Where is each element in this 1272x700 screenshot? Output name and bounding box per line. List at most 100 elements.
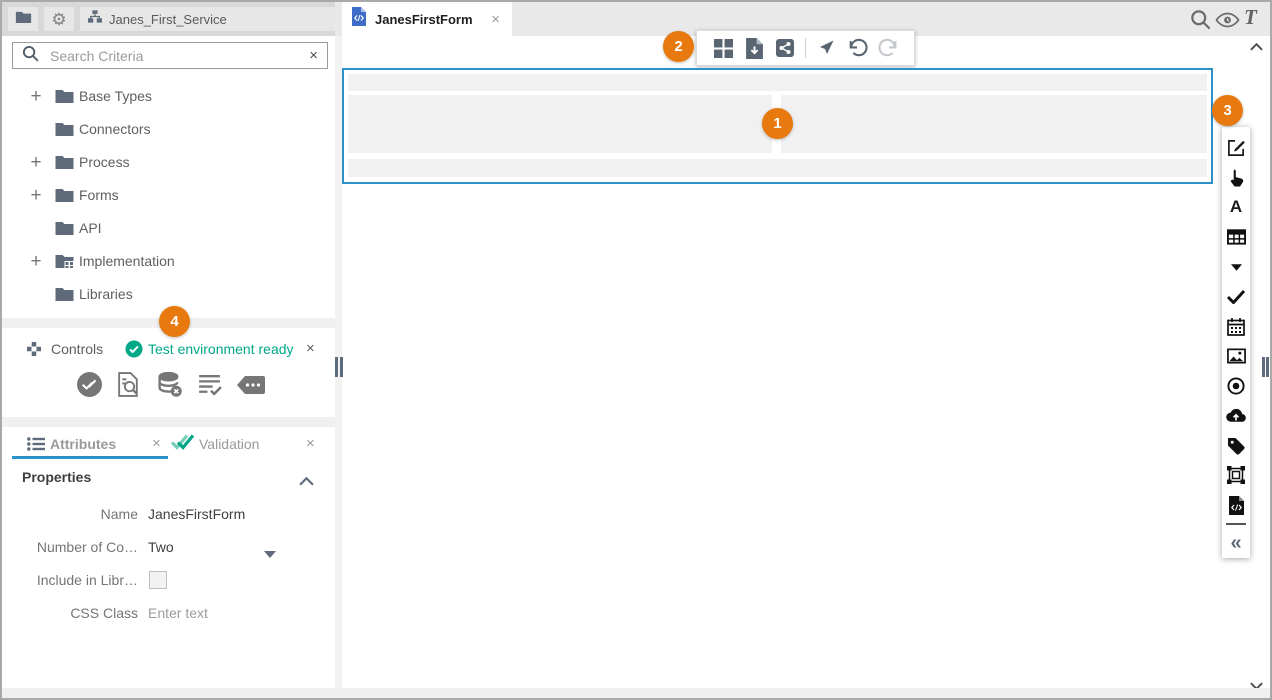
tree-item-connectors[interactable]: Connectors — [2, 113, 335, 146]
upload-icon[interactable] — [1222, 401, 1250, 431]
folder-icon — [54, 286, 75, 307]
controls-panel-title: Controls — [51, 341, 103, 357]
close-attributes-icon[interactable]: × — [152, 436, 161, 451]
close-tab-icon[interactable]: × — [491, 12, 500, 27]
folder-icon — [54, 88, 75, 109]
expand-icon[interactable]: + — [28, 251, 44, 273]
tag-icon[interactable] — [1222, 431, 1250, 461]
expand-icon[interactable]: + — [28, 185, 44, 207]
tab-attributes[interactable]: Attributes — [50, 436, 116, 452]
layout-grid-icon[interactable] — [712, 37, 734, 59]
folder-icon — [54, 154, 75, 175]
checkbox-icon[interactable] — [1222, 282, 1250, 312]
tree-item-process[interactable]: + Process — [2, 146, 335, 179]
expand-icon[interactable]: + — [28, 86, 44, 108]
form-header-row[interactable] — [348, 74, 1207, 91]
image-icon[interactable] — [1222, 341, 1250, 371]
search-icon[interactable] — [1190, 9, 1211, 35]
attributes-list-icon — [27, 437, 45, 456]
tab-janesfirstform[interactable]: JanesFirstForm × — [342, 2, 512, 36]
tree-item-label: Implementation — [79, 253, 175, 269]
callout-badge-1: 1 — [762, 108, 793, 139]
close-validation-icon[interactable]: × — [306, 436, 315, 451]
panel-icon[interactable] — [1222, 461, 1250, 491]
folder-icon — [54, 220, 75, 241]
form-column-left[interactable] — [348, 95, 772, 153]
tree-item-label: API — [79, 220, 102, 236]
tree-item-label: Process — [79, 154, 130, 170]
bottom-strip — [2, 688, 1270, 698]
tree-item-label: Connectors — [79, 121, 151, 137]
search-criteria-box: × — [12, 42, 328, 69]
date-icon[interactable] — [1222, 312, 1250, 342]
field-label-name: Name — [20, 506, 138, 522]
include-library-checkbox[interactable] — [149, 571, 167, 589]
collapse-section-icon[interactable] — [299, 473, 314, 491]
preview-eye-icon[interactable] — [1215, 12, 1240, 33]
service-tab[interactable]: Janes_First_Service — [80, 7, 340, 31]
form-footer-row[interactable] — [348, 159, 1207, 177]
expand-icon[interactable]: + — [28, 152, 44, 174]
table-icon[interactable] — [1222, 222, 1250, 252]
toolbar-separator — [805, 38, 806, 58]
tag-ellipsis-icon[interactable] — [237, 376, 264, 395]
validation-check-icon — [170, 432, 195, 457]
file-download-icon[interactable] — [743, 37, 765, 59]
tree-item-implementation[interactable]: + Implementation — [2, 245, 335, 278]
list-check-icon[interactable] — [196, 371, 223, 398]
folder-icon — [54, 187, 75, 208]
service-tab-label: Janes_First_Service — [109, 12, 227, 27]
undo-icon[interactable] — [846, 37, 868, 59]
chevron-down-icon[interactable] — [264, 545, 276, 563]
splitter-grip[interactable] — [335, 357, 338, 377]
approved-circle-icon[interactable] — [76, 371, 103, 398]
settings-tab[interactable]: ⚙ — [44, 7, 74, 31]
dropdown-icon[interactable] — [1222, 252, 1250, 282]
form-column-right[interactable] — [781, 95, 1207, 153]
embedded-form-icon[interactable] — [1222, 490, 1250, 520]
palette-divider — [1226, 523, 1246, 525]
text-icon[interactable]: A — [1222, 193, 1250, 223]
project-folder-tab[interactable] — [8, 7, 38, 31]
edit-icon[interactable] — [1222, 133, 1250, 163]
field-label-include-library: Include in Libr… — [20, 572, 138, 588]
collapse-icon[interactable]: « — [1222, 528, 1250, 558]
tree-item-base-types[interactable]: + Base Types — [2, 80, 335, 113]
left-panel-header: ⚙ Janes_First_Service — [2, 2, 335, 36]
form-document-icon — [352, 7, 366, 31]
radio-icon[interactable] — [1222, 371, 1250, 401]
field-value-name[interactable]: JanesFirstForm — [148, 506, 245, 522]
search-icon — [22, 45, 39, 67]
editor-tab-title: JanesFirstForm — [375, 12, 482, 27]
database-remove-icon[interactable] — [156, 371, 183, 398]
service-icon — [88, 10, 102, 28]
send-icon[interactable] — [815, 37, 837, 59]
gear-icon: ⚙ — [51, 11, 66, 28]
clear-search-icon[interactable]: × — [309, 48, 318, 63]
field-value-columns[interactable]: Two — [148, 539, 174, 555]
splitter-grip[interactable] — [340, 357, 343, 377]
share-icon[interactable] — [774, 37, 796, 59]
canvas-toolbar — [696, 30, 915, 66]
field-label-css-class: CSS Class — [20, 605, 138, 621]
folder-icon — [15, 10, 32, 29]
scroll-up-icon[interactable] — [1250, 38, 1263, 56]
callout-badge-2: 2 — [663, 31, 694, 62]
redo-icon[interactable] — [877, 37, 899, 59]
splitter-grip[interactable] — [1262, 357, 1265, 377]
active-tab-underline — [12, 456, 168, 459]
close-controls-icon[interactable]: × — [306, 341, 315, 356]
css-class-input[interactable]: Enter text — [148, 605, 208, 621]
tab-validation[interactable]: Validation — [199, 436, 259, 452]
search-input[interactable] — [48, 47, 300, 65]
splitter-grip[interactable] — [1266, 357, 1269, 377]
tree-item-forms[interactable]: + Forms — [2, 179, 335, 212]
text-style-icon[interactable]: T — [1244, 5, 1257, 30]
folder-implementation-icon — [54, 253, 75, 274]
tree-item-api[interactable]: API — [2, 212, 335, 245]
pointer-icon[interactable] — [1222, 163, 1250, 193]
document-search-icon[interactable] — [116, 371, 143, 398]
form-designer-window: ⚙ Janes_First_Service × + Base Types Con… — [0, 0, 1272, 700]
tree-item-label: Base Types — [79, 88, 152, 104]
folder-icon — [54, 121, 75, 142]
